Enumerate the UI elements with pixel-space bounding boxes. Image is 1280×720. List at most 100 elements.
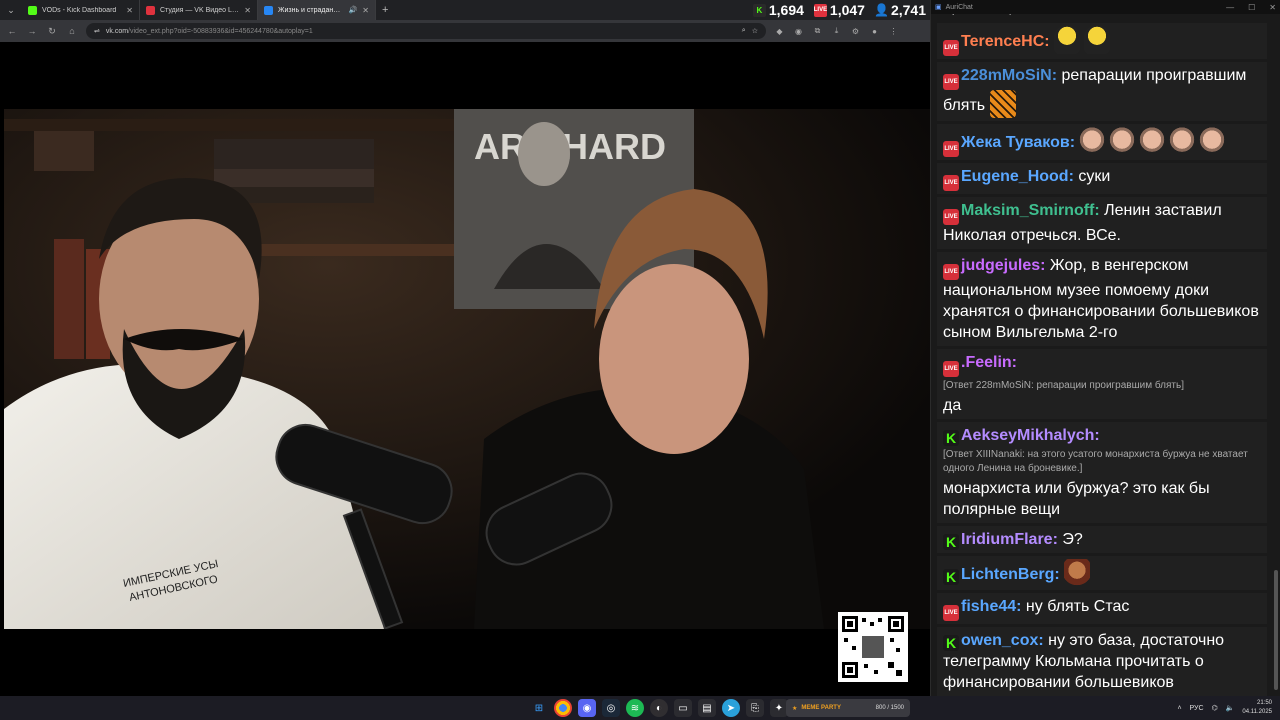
- poster-text: ARD HARD: [474, 126, 666, 167]
- meme-party-widget[interactable]: ★ MEME PARTY 800 / 1500: [786, 699, 910, 717]
- chat-app-title: AuriChat: [945, 3, 973, 11]
- address-bar: ← → ↻ ⌂ ⇌ vk.com/video_ext.php?oid=-5088…: [0, 20, 930, 42]
- kick-favicon-icon: [28, 5, 37, 15]
- lang-indicator[interactable]: РУС: [1190, 705, 1204, 712]
- extension-icon[interactable]: ◆: [774, 27, 785, 36]
- app-icon[interactable]: ▤: [698, 699, 716, 717]
- chat-message: после февраля ты присягаешь уже временщи…: [937, 14, 1267, 20]
- chat-text: после февраля ты присягаешь уже временщи…: [943, 14, 1205, 15]
- menu-icon[interactable]: ⋮: [888, 27, 899, 36]
- vk-favicon-icon: [264, 5, 273, 15]
- kick-badge-icon: K: [943, 635, 959, 651]
- chat-username[interactable]: fishe44:: [961, 598, 1021, 615]
- chat-username[interactable]: Maksim_Smirnoff:: [961, 202, 1100, 219]
- close-icon[interactable]: ✕: [244, 6, 251, 15]
- site-info-icon[interactable]: ⇌: [94, 27, 100, 35]
- vk-live-badge-icon: LIVE: [943, 141, 959, 157]
- zoom-icon[interactable]: ⌕: [742, 27, 746, 35]
- chat-message: LIVE .Feelin: [Ответ 228mMoSiN: репарации…: [937, 349, 1267, 419]
- pepe-emote-icon: [1084, 26, 1111, 54]
- chat-messages[interactable]: после февраля ты присягаешь уже временщи…: [931, 14, 1273, 696]
- tab-bar: ⌄ VODs - Kick Dashboard ✕ Студия — VK Ви…: [0, 0, 930, 20]
- download-icon[interactable]: ⤓: [831, 26, 842, 36]
- chat-username[interactable]: Жека Туваков:: [961, 134, 1075, 151]
- chat-titlebar: ▣ AuriChat — ☐ ✕: [931, 0, 1280, 14]
- browser-window: ⌄ VODs - Kick Dashboard ✕ Студия — VK Ви…: [0, 0, 930, 696]
- video-player[interactable]: ARD HARD ИМПЕРСКИЕ УСЫ АНТОНОВСКОГО: [4, 42, 930, 696]
- extensions-puzzle-icon[interactable]: ⧉: [812, 26, 823, 36]
- tab-title: Студия — VK Видео Live: [160, 6, 240, 14]
- person-icon: 👤: [873, 3, 889, 17]
- vk-live-badge-icon: LIVE: [943, 40, 959, 56]
- tab-vk-video[interactable]: Жизнь и страдания Романа 🔊 ✕: [258, 0, 376, 20]
- minimize-icon[interactable]: —: [1226, 3, 1234, 12]
- face-emote-icon: [1199, 127, 1226, 155]
- clock[interactable]: 21:50 04.11.2025: [1242, 699, 1272, 717]
- chat-username[interactable]: owen_cox:: [961, 632, 1044, 649]
- chrome-icon[interactable]: [554, 699, 572, 717]
- tiger-emote-icon: [989, 90, 1016, 118]
- meme-party-icon: ★: [792, 705, 798, 712]
- volume-icon[interactable]: 🔈: [1226, 704, 1235, 712]
- meme-party-progress: 800 / 1500: [875, 705, 904, 711]
- back-icon[interactable]: ←: [6, 26, 18, 36]
- face-emote-icon: [1169, 127, 1196, 155]
- vk-live-badge-icon: LIVE: [943, 175, 959, 191]
- steam-icon[interactable]: ◎: [602, 699, 620, 717]
- chat-username[interactable]: .Feelin:: [961, 354, 1017, 371]
- extension-icon[interactable]: ◉: [793, 27, 804, 36]
- speaker-icon[interactable]: 🔊: [349, 6, 358, 14]
- kick-viewers-stat: K 1,694: [752, 2, 804, 18]
- chat-message: LIVE Maksim_Smirnoff: Ленин заставил Нико…: [937, 197, 1267, 249]
- tab-title: VODs - Kick Dashboard: [42, 6, 117, 14]
- url-input[interactable]: ⇌ vk.com/video_ext.php?oid=-50883936&id=…: [86, 23, 766, 39]
- face-emote-icon: [1109, 127, 1136, 155]
- vk-live-favicon-icon: [146, 5, 155, 15]
- system-tray: ˄ РУС ⌬ 🔈 21:50 04.11.2025: [1177, 696, 1272, 720]
- network-icon[interactable]: ⌬: [1212, 704, 1218, 712]
- chat-message: K IridiumFlare: Э?: [937, 526, 1267, 553]
- discord-icon[interactable]: ◉: [578, 699, 596, 717]
- profile-icon[interactable]: ●: [869, 27, 880, 36]
- chat-reply-quote: [Ответ 228mMoSiN: репарации проигравшим …: [943, 380, 1184, 391]
- chat-username[interactable]: TerenceHC:: [961, 33, 1050, 50]
- spotify-icon[interactable]: ≋: [626, 699, 644, 717]
- home-icon[interactable]: ⌂: [66, 26, 78, 36]
- taskbar: ⊞ ◉ ◎ ≋ ◐ ▭ ▤ ➤ ⎘ ✦ ★ MEME PARTY 800 / 1…: [0, 696, 1280, 720]
- extension-icon[interactable]: ⚙: [850, 27, 861, 36]
- obs-icon[interactable]: ◐: [650, 699, 668, 717]
- telegram-icon[interactable]: ➤: [722, 699, 740, 717]
- tab-kick-dashboard[interactable]: VODs - Kick Dashboard ✕: [22, 0, 140, 20]
- chat-message: K AekseyMikhalych: [Ответ XIIINanaki: на …: [937, 422, 1267, 523]
- chat-username[interactable]: 228mMoSiN:: [961, 67, 1057, 84]
- chat-username[interactable]: Eugene_Hood:: [961, 168, 1074, 185]
- close-icon[interactable]: ✕: [1269, 3, 1276, 12]
- qr-code: [838, 612, 908, 682]
- chat-username[interactable]: judgejules:: [961, 257, 1045, 274]
- app-icon[interactable]: ⎘: [746, 699, 764, 717]
- close-icon[interactable]: ✕: [126, 6, 133, 15]
- tray-expand-icon[interactable]: ˄: [1177, 705, 1181, 712]
- chat-scrollbar[interactable]: [1274, 570, 1278, 690]
- bookmark-star-icon[interactable]: ☆: [752, 27, 758, 35]
- kick-icon: K: [752, 3, 766, 17]
- maximize-icon[interactable]: ☐: [1248, 3, 1255, 12]
- face-emote-icon: [1079, 127, 1106, 155]
- chat-message: LIVE fishe44: ну блять Стас: [937, 593, 1267, 624]
- tab-search-icon[interactable]: ⌄: [0, 0, 22, 20]
- chat-username[interactable]: IridiumFlare:: [961, 531, 1058, 548]
- chat-text: Э?: [1062, 531, 1083, 548]
- video-scene: ARD HARD ИМПЕРСКИЕ УСЫ АНТОНОВСКОГО: [4, 109, 930, 629]
- chat-panel: ▣ AuriChat — ☐ ✕ после февраля ты присяг…: [930, 0, 1280, 696]
- start-icon[interactable]: ⊞: [530, 699, 548, 717]
- close-icon[interactable]: ✕: [362, 6, 369, 15]
- new-tab-button[interactable]: +: [376, 4, 394, 16]
- face-emote-icon: [1139, 127, 1166, 155]
- forward-icon[interactable]: →: [26, 26, 38, 36]
- tab-vk-studio[interactable]: Студия — VK Видео Live ✕: [140, 0, 258, 20]
- chat-username[interactable]: LichtenBerg:: [961, 566, 1060, 583]
- reload-icon[interactable]: ↻: [46, 26, 58, 37]
- app-icon[interactable]: ▭: [674, 699, 692, 717]
- video-frame: ARD HARD ИМПЕРСКИЕ УСЫ АНТОНОВСКОГО: [4, 109, 930, 629]
- chat-username[interactable]: AekseyMikhalych:: [961, 427, 1100, 444]
